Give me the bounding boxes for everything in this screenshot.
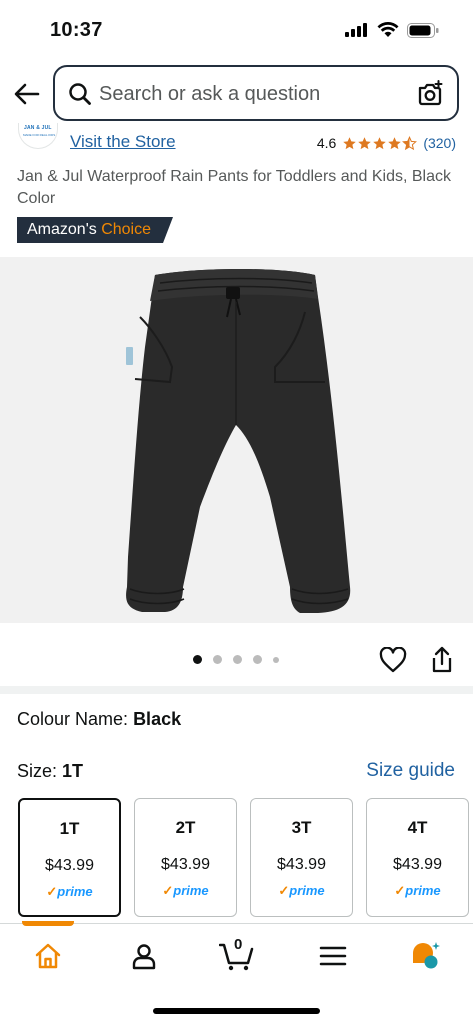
- pagination-dot[interactable]: [213, 655, 222, 664]
- image-pagination-dots[interactable]: [193, 655, 279, 664]
- size-option-price: $43.99: [277, 856, 326, 873]
- size-option-3t[interactable]: 3T $43.99 ✓prime: [250, 798, 353, 917]
- wifi-icon: [377, 22, 399, 37]
- camera-lens-icon[interactable]: [416, 80, 444, 108]
- size-options: 1T $43.99 ✓prime 2T $43.99 ✓prime 3T $43…: [18, 798, 469, 917]
- prime-label: prime: [173, 883, 209, 898]
- star-icon: [388, 136, 402, 149]
- prime-badge: ✓prime: [135, 883, 236, 899]
- search-input[interactable]: [99, 80, 399, 108]
- prime-badge: ✓prime: [251, 883, 352, 899]
- rating-count[interactable]: (320): [423, 135, 456, 151]
- prime-check-icon: ✓: [278, 883, 290, 898]
- cellular-signal-icon: [345, 23, 367, 37]
- colour-label: Colour Name:: [17, 709, 129, 729]
- star-icon: [343, 136, 357, 149]
- size-value: 1T: [62, 761, 84, 781]
- pagination-dot-active[interactable]: [193, 655, 202, 664]
- pagination-dot[interactable]: [233, 655, 242, 664]
- pagination-dot[interactable]: [253, 655, 262, 664]
- account-icon[interactable]: [129, 941, 159, 971]
- badge-text-amazons: Amazon's: [27, 221, 97, 238]
- pagination-dot[interactable]: [273, 656, 279, 663]
- prime-badge: ✓prime: [20, 884, 119, 900]
- star-icon: [358, 136, 372, 149]
- size-option-4t[interactable]: 4T $43.99 ✓prime: [366, 798, 469, 917]
- size-label: Size:: [17, 761, 58, 781]
- store-logo-text: JAN & JUL: [24, 125, 52, 131]
- prime-label: prime: [289, 883, 325, 898]
- status-time: 10:37: [50, 19, 103, 41]
- active-tab-indicator: [22, 921, 74, 926]
- product-title: Jan & Jul Waterproof Rain Pants for Todd…: [17, 168, 451, 207]
- status-bar: 10:37: [0, 0, 473, 58]
- rufus-ai-icon[interactable]: [411, 941, 441, 971]
- search-bar-row: [0, 62, 473, 124]
- prime-check-icon: ✓: [162, 883, 174, 898]
- product-image-black-pants[interactable]: [0, 257, 473, 623]
- rating-value: 4.6: [316, 135, 337, 151]
- share-icon[interactable]: [430, 646, 454, 674]
- star-rating: [342, 135, 418, 151]
- battery-icon: [407, 22, 439, 38]
- size-option-1t[interactable]: 1T $43.99 ✓prime: [18, 798, 121, 917]
- search-box[interactable]: [53, 65, 459, 121]
- cart-button[interactable]: 0: [218, 936, 255, 972]
- store-logo[interactable]: JAN & JUL MADE FOR REAL KIDS: [18, 123, 58, 149]
- prime-label: prime: [405, 883, 441, 898]
- size-guide-link[interactable]: Size guide: [366, 760, 455, 782]
- product-image-gallery[interactable]: [0, 257, 473, 623]
- amazons-choice-badge: Amazon's Choice: [17, 217, 173, 243]
- visit-store-link[interactable]: Visit the Store: [70, 132, 176, 152]
- prime-badge: ✓prime: [367, 883, 468, 899]
- bottom-navigation: 0: [0, 921, 473, 1024]
- size-option-label: 4T: [407, 818, 428, 837]
- search-icon: [69, 83, 91, 105]
- rating-summary[interactable]: 4.6 (320): [317, 135, 456, 151]
- home-indicator-bar: [153, 1008, 320, 1014]
- store-logo-subtext: MADE FOR REAL KIDS: [23, 133, 56, 137]
- half-star-icon: [402, 135, 418, 150]
- size-option-label: 1T: [59, 819, 80, 838]
- cart-count: 0: [234, 936, 243, 953]
- menu-icon[interactable]: [318, 941, 348, 971]
- home-icon[interactable]: [33, 941, 63, 971]
- badge-text-choice: Choice: [101, 221, 152, 238]
- size-option-price: $43.99: [393, 856, 442, 873]
- prime-check-icon: ✓: [394, 883, 406, 898]
- prime-check-icon: ✓: [46, 884, 58, 899]
- status-icons: [345, 22, 439, 38]
- size-option-price: $43.99: [45, 857, 94, 874]
- colour-value: Black: [133, 709, 182, 729]
- star-icon: [373, 136, 387, 149]
- prime-label: prime: [57, 884, 93, 899]
- section-divider: [0, 686, 473, 694]
- size-option-price: $43.99: [161, 856, 210, 873]
- back-arrow-icon[interactable]: [12, 79, 42, 109]
- size-option-label: 2T: [175, 818, 196, 837]
- size-row: Size: 1T: [17, 761, 83, 782]
- size-option-2t[interactable]: 2T $43.99 ✓prime: [134, 798, 237, 917]
- size-option-label: 3T: [291, 818, 312, 837]
- colour-name-row: Colour Name: Black: [17, 709, 181, 730]
- heart-icon[interactable]: [379, 647, 407, 673]
